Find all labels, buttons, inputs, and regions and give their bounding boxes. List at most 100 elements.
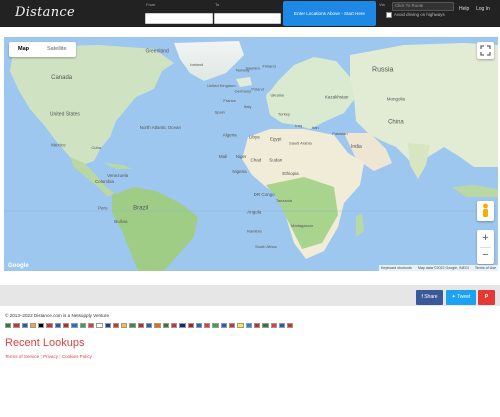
landmass-south-america <box>112 187 198 271</box>
pinterest-button[interactable]: P <box>478 290 495 305</box>
language-flag-icon[interactable] <box>179 323 186 328</box>
brand-logo[interactable]: Distance <box>15 5 75 20</box>
from-label: From <box>146 2 156 7</box>
language-flag-icon[interactable] <box>129 323 136 328</box>
to-input[interactable] <box>214 13 281 24</box>
language-flag-icon[interactable] <box>112 323 120 328</box>
language-flag-icon[interactable] <box>63 323 70 328</box>
avoid-highways-label: Avoid driving on highways <box>394 12 445 17</box>
landmass-greenland <box>174 41 244 81</box>
language-flag-icon[interactable] <box>5 323 12 328</box>
language-flag-icon[interactable] <box>204 323 211 328</box>
language-flag-icon[interactable] <box>96 323 103 328</box>
map-label-mexico: Mexico <box>51 142 66 147</box>
google-logo[interactable]: Google <box>8 263 29 269</box>
from-input[interactable] <box>145 13 213 24</box>
language-flag-icon[interactable] <box>154 323 161 328</box>
map-view[interactable]: Greenland Canada United States Mexico Cuba Ve… <box>4 37 498 271</box>
street-view-pegman[interactable] <box>477 201 494 221</box>
map-label-madagascar: Madagascar <box>291 223 314 228</box>
map-data-notice: Map data ©2022 Google, INEGI <box>417 266 469 270</box>
map-label-cuba: Cuba <box>91 145 101 150</box>
terms-of-service-link[interactable]: Terms of Service <box>5 354 39 359</box>
language-flag-icon[interactable] <box>29 323 37 328</box>
language-flag-icon[interactable] <box>137 323 145 328</box>
login-link[interactable]: Log In <box>476 6 490 12</box>
language-flag-icon[interactable] <box>195 323 203 328</box>
language-flag-icon[interactable] <box>38 323 45 328</box>
map-label-greenland: Greenland <box>145 48 169 54</box>
twitter-tweet-button[interactable]: ✦ Tweet <box>446 290 476 305</box>
map-label-russia: Russia <box>372 67 394 74</box>
landmass-indonesia <box>452 185 498 197</box>
language-flag-icon[interactable] <box>13 323 20 328</box>
map-label-spain: Spain <box>215 110 225 115</box>
cookies-policy-link[interactable]: Cookies Policy <box>62 354 92 359</box>
fullscreen-button[interactable] <box>477 42 494 59</box>
language-flag-icon[interactable] <box>253 323 261 328</box>
language-flag-icon[interactable] <box>54 323 62 328</box>
language-flag-icon[interactable] <box>229 323 236 328</box>
map-label-ukraine: Ukraine <box>270 92 285 97</box>
map-label-iran: Iran <box>312 125 319 130</box>
language-flag-icon[interactable] <box>71 323 78 328</box>
map-type-control: Map Satellite <box>9 42 76 57</box>
map-label-kazakhstan: Kazakhstan <box>325 94 349 99</box>
language-flag-icon[interactable] <box>162 323 169 328</box>
map-type-satellite-button[interactable]: Satellite <box>38 42 76 57</box>
map-label-dr-congo: DR Congo <box>254 192 276 197</box>
map-label-sweden: Sweden <box>245 66 259 71</box>
map-label-turkey: Turkey <box>278 112 290 117</box>
language-flag-icon[interactable] <box>46 323 53 328</box>
language-flag-icon[interactable] <box>245 323 252 328</box>
language-flag-icon[interactable] <box>104 323 111 328</box>
map-label-libya: Libya <box>249 135 260 140</box>
zoom-in-button[interactable]: + <box>477 230 494 247</box>
copyright-text: © 2013–2022 Distance.com is a Netsupply … <box>5 313 109 318</box>
keyboard-shortcuts-link[interactable]: Keyboard shortcuts <box>381 265 412 271</box>
language-flag-icon[interactable] <box>21 323 28 328</box>
language-flag-icon[interactable] <box>170 323 178 328</box>
zoom-divider <box>480 247 491 248</box>
language-flag-icon[interactable] <box>287 323 294 328</box>
facebook-share-button[interactable]: f Share <box>416 290 443 305</box>
map-label-india: India <box>351 144 362 150</box>
language-flag-icon[interactable] <box>220 323 228 328</box>
landmass-madagascar <box>356 213 364 237</box>
map-label-finland: Finland <box>263 64 276 69</box>
zoom-out-button[interactable]: − <box>477 247 494 264</box>
map-type-map-button[interactable]: Map <box>9 42 38 57</box>
language-flag-icon[interactable] <box>79 323 86 328</box>
map-label-iraq: Iraq <box>295 123 302 128</box>
to-label: To <box>215 2 220 7</box>
map-terms-link[interactable]: Terms of Use <box>475 265 496 271</box>
language-flag-icon[interactable] <box>87 323 95 328</box>
recent-lookups-heading: Recent Lookups <box>5 337 85 349</box>
landmass-cuba <box>104 163 132 169</box>
map-label-colombia: Colombia <box>95 179 115 184</box>
via-input[interactable]: Click To Route <box>392 2 454 11</box>
language-flag-icon[interactable] <box>270 323 277 328</box>
avoid-highways-checkbox[interactable] <box>386 12 392 18</box>
language-flag-icon[interactable] <box>262 323 269 328</box>
language-flag-icon[interactable] <box>278 323 286 328</box>
start-lookup-button[interactable]: Enter Locations Above - Start Here <box>283 1 376 26</box>
world-map-canvas[interactable]: Greenland Canada United States Mexico Cuba Ve… <box>4 37 498 271</box>
map-label-peru: Peru <box>98 206 108 211</box>
map-label-poland: Poland <box>251 87 263 92</box>
language-flag-icon[interactable] <box>146 323 153 328</box>
language-flag-icon[interactable] <box>212 323 219 328</box>
language-flag-icon[interactable] <box>121 323 128 328</box>
map-label-italy: Italy <box>244 104 251 109</box>
footer-links: Terms of Service | Privacy | Cookies Pol… <box>5 354 92 359</box>
top-navbar: Distance From To Enter Locations Above -… <box>0 0 500 27</box>
map-label-china: China <box>388 119 404 125</box>
language-flag-icon[interactable] <box>237 323 244 328</box>
map-label-pakistan: Pakistan <box>332 131 347 136</box>
language-flag-icon[interactable] <box>187 323 194 328</box>
landmass-india <box>408 143 430 179</box>
map-label-united-states: United States <box>50 112 81 118</box>
privacy-link[interactable]: Privacy <box>43 354 58 359</box>
help-link[interactable]: Help <box>459 6 469 12</box>
zoom-control: + − <box>477 230 494 264</box>
